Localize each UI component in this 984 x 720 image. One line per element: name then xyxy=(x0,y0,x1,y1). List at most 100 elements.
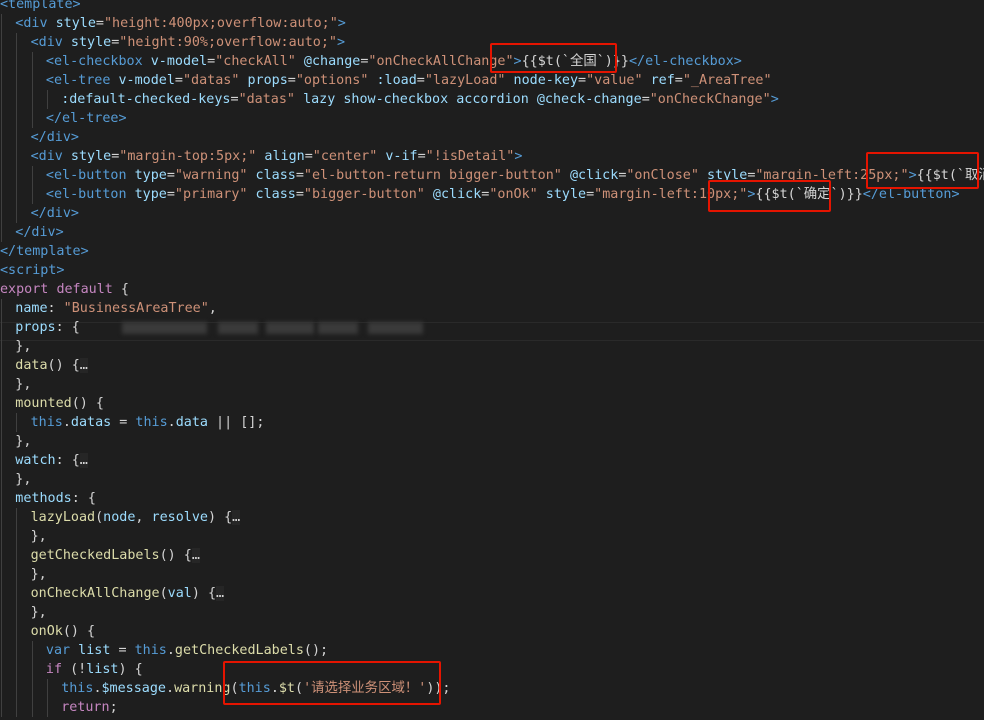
code-editor[interactable]: <template> <div style="height:400px;overf… xyxy=(0,0,984,720)
indent-guide xyxy=(1,128,2,147)
code-token: "height:90%;overflow:auto;" xyxy=(119,35,337,50)
code-line[interactable]: onCheckAllChange(val) {… xyxy=(31,584,225,603)
code-token: . xyxy=(166,643,175,658)
code-line[interactable]: }, xyxy=(15,432,31,451)
code-line[interactable]: mounted() { xyxy=(15,394,104,413)
code-token: }, xyxy=(30,567,47,582)
code-token: = xyxy=(674,73,683,88)
fold-ellipsis[interactable]: … xyxy=(191,548,200,563)
code-line[interactable]: if (!list) { xyxy=(46,660,143,679)
indent-guide xyxy=(1,470,2,489)
code-line[interactable]: :default-checked-keys="datas" lazy show-… xyxy=(61,90,779,109)
code-line[interactable]: getCheckedLabels() {… xyxy=(31,546,200,565)
code-line[interactable]: <div style="height:400px;overflow:auto;"… xyxy=(15,14,346,33)
indent-guide xyxy=(16,698,18,717)
code-token: :default-checked-keys xyxy=(61,92,231,107)
code-line[interactable]: lazyLoad(node, resolve) {… xyxy=(31,508,241,527)
code-line[interactable]: }, xyxy=(31,603,47,622)
code-token: props xyxy=(15,320,56,335)
code-token: val xyxy=(167,586,192,601)
code-token: <el-button xyxy=(45,187,135,202)
indent-guide xyxy=(31,109,33,128)
fold-ellipsis[interactable]: … xyxy=(79,358,88,373)
code-line[interactable]: <div style="margin-top:5px;" align="cent… xyxy=(31,147,523,166)
code-line[interactable]: }, xyxy=(15,375,31,394)
code-line[interactable]: watch: {… xyxy=(15,451,88,470)
code-token: resolve xyxy=(151,510,208,525)
code-token: @click xyxy=(432,187,482,202)
code-line[interactable]: export default { xyxy=(0,280,129,299)
code-token: "datas" xyxy=(182,73,240,88)
indent-guide xyxy=(1,565,2,584)
code-token: export xyxy=(0,282,49,297)
code-token: </el-tree> xyxy=(45,111,127,126)
code-line[interactable]: }, xyxy=(31,565,47,584)
code-token: > xyxy=(336,35,346,50)
code-token: { xyxy=(112,282,129,297)
code-line[interactable]: data() {… xyxy=(15,356,88,375)
code-line[interactable]: <script> xyxy=(0,261,65,280)
indent-guide xyxy=(1,33,2,52)
code-token: </div> xyxy=(30,206,79,221)
code-token: = xyxy=(110,643,135,658)
code-line[interactable]: var list = this.getCheckedLabels(); xyxy=(46,641,328,660)
code-line[interactable]: <el-checkbox v-model="checkAll" @change=… xyxy=(46,52,742,71)
code-line[interactable]: name: "BusinessAreaTree", xyxy=(15,299,217,318)
code-token: <div xyxy=(30,149,71,164)
code-line[interactable]: </div> xyxy=(31,204,79,223)
indent-guide xyxy=(16,90,18,109)
code-token: = xyxy=(166,168,175,183)
code-token: style xyxy=(70,149,112,164)
code-line[interactable]: }, xyxy=(15,470,31,489)
code-token: props xyxy=(247,73,288,88)
code-token: type xyxy=(134,168,167,183)
code-token: . xyxy=(93,681,102,696)
indent-guide xyxy=(16,603,18,622)
redacted-text xyxy=(318,322,358,334)
code-token: = xyxy=(295,168,304,183)
code-line[interactable]: methods: { xyxy=(15,489,96,508)
code-line[interactable]: }, xyxy=(15,337,31,356)
indent-guide xyxy=(31,166,33,185)
indent-guide xyxy=(16,546,18,565)
code-token: @check-change xyxy=(536,92,642,107)
code-line[interactable]: onOk() { xyxy=(31,622,96,641)
indent-guide xyxy=(1,375,2,394)
fold-ellipsis[interactable]: … xyxy=(232,510,241,525)
indent-guide xyxy=(16,52,18,71)
code-token: lazyLoad xyxy=(30,510,96,525)
code-token: (); xyxy=(303,643,329,658)
code-line[interactable]: </div> xyxy=(15,223,63,242)
indent-guide xyxy=(1,679,2,698)
code-token: "height:400px;overflow:auto;" xyxy=(103,16,338,31)
indent-guide xyxy=(46,698,48,717)
code-token: ref xyxy=(650,73,675,88)
highlight-box-warning xyxy=(223,661,441,705)
code-line[interactable]: <el-button type="warning" class="el-butt… xyxy=(46,166,984,185)
indent-guide xyxy=(1,394,2,413)
indent-guide xyxy=(1,318,2,337)
code-line[interactable]: return; xyxy=(61,698,117,717)
indent-guide xyxy=(1,356,2,375)
redacted-text xyxy=(368,322,423,334)
code-token: $message xyxy=(101,681,167,696)
code-line[interactable]: <el-tree v-model="datas" props="options"… xyxy=(46,71,772,90)
code-token: align xyxy=(264,149,305,164)
code-line[interactable]: <div style="height:90%;overflow:auto;"> xyxy=(31,33,345,52)
redacted-text xyxy=(266,322,314,334)
fold-ellipsis[interactable]: … xyxy=(216,586,225,601)
code-line[interactable]: }, xyxy=(31,527,47,546)
code-line[interactable]: <template> xyxy=(0,0,81,14)
code-line[interactable]: </template> xyxy=(0,242,89,261)
code-line[interactable]: </el-tree> xyxy=(46,109,127,128)
code-line[interactable]: props: { xyxy=(15,318,80,337)
code-line[interactable]: this.datas = this.data || []; xyxy=(31,413,265,432)
fold-ellipsis[interactable]: … xyxy=(79,453,88,468)
code-line[interactable]: </div> xyxy=(31,128,79,147)
code-token: datas xyxy=(70,415,112,430)
